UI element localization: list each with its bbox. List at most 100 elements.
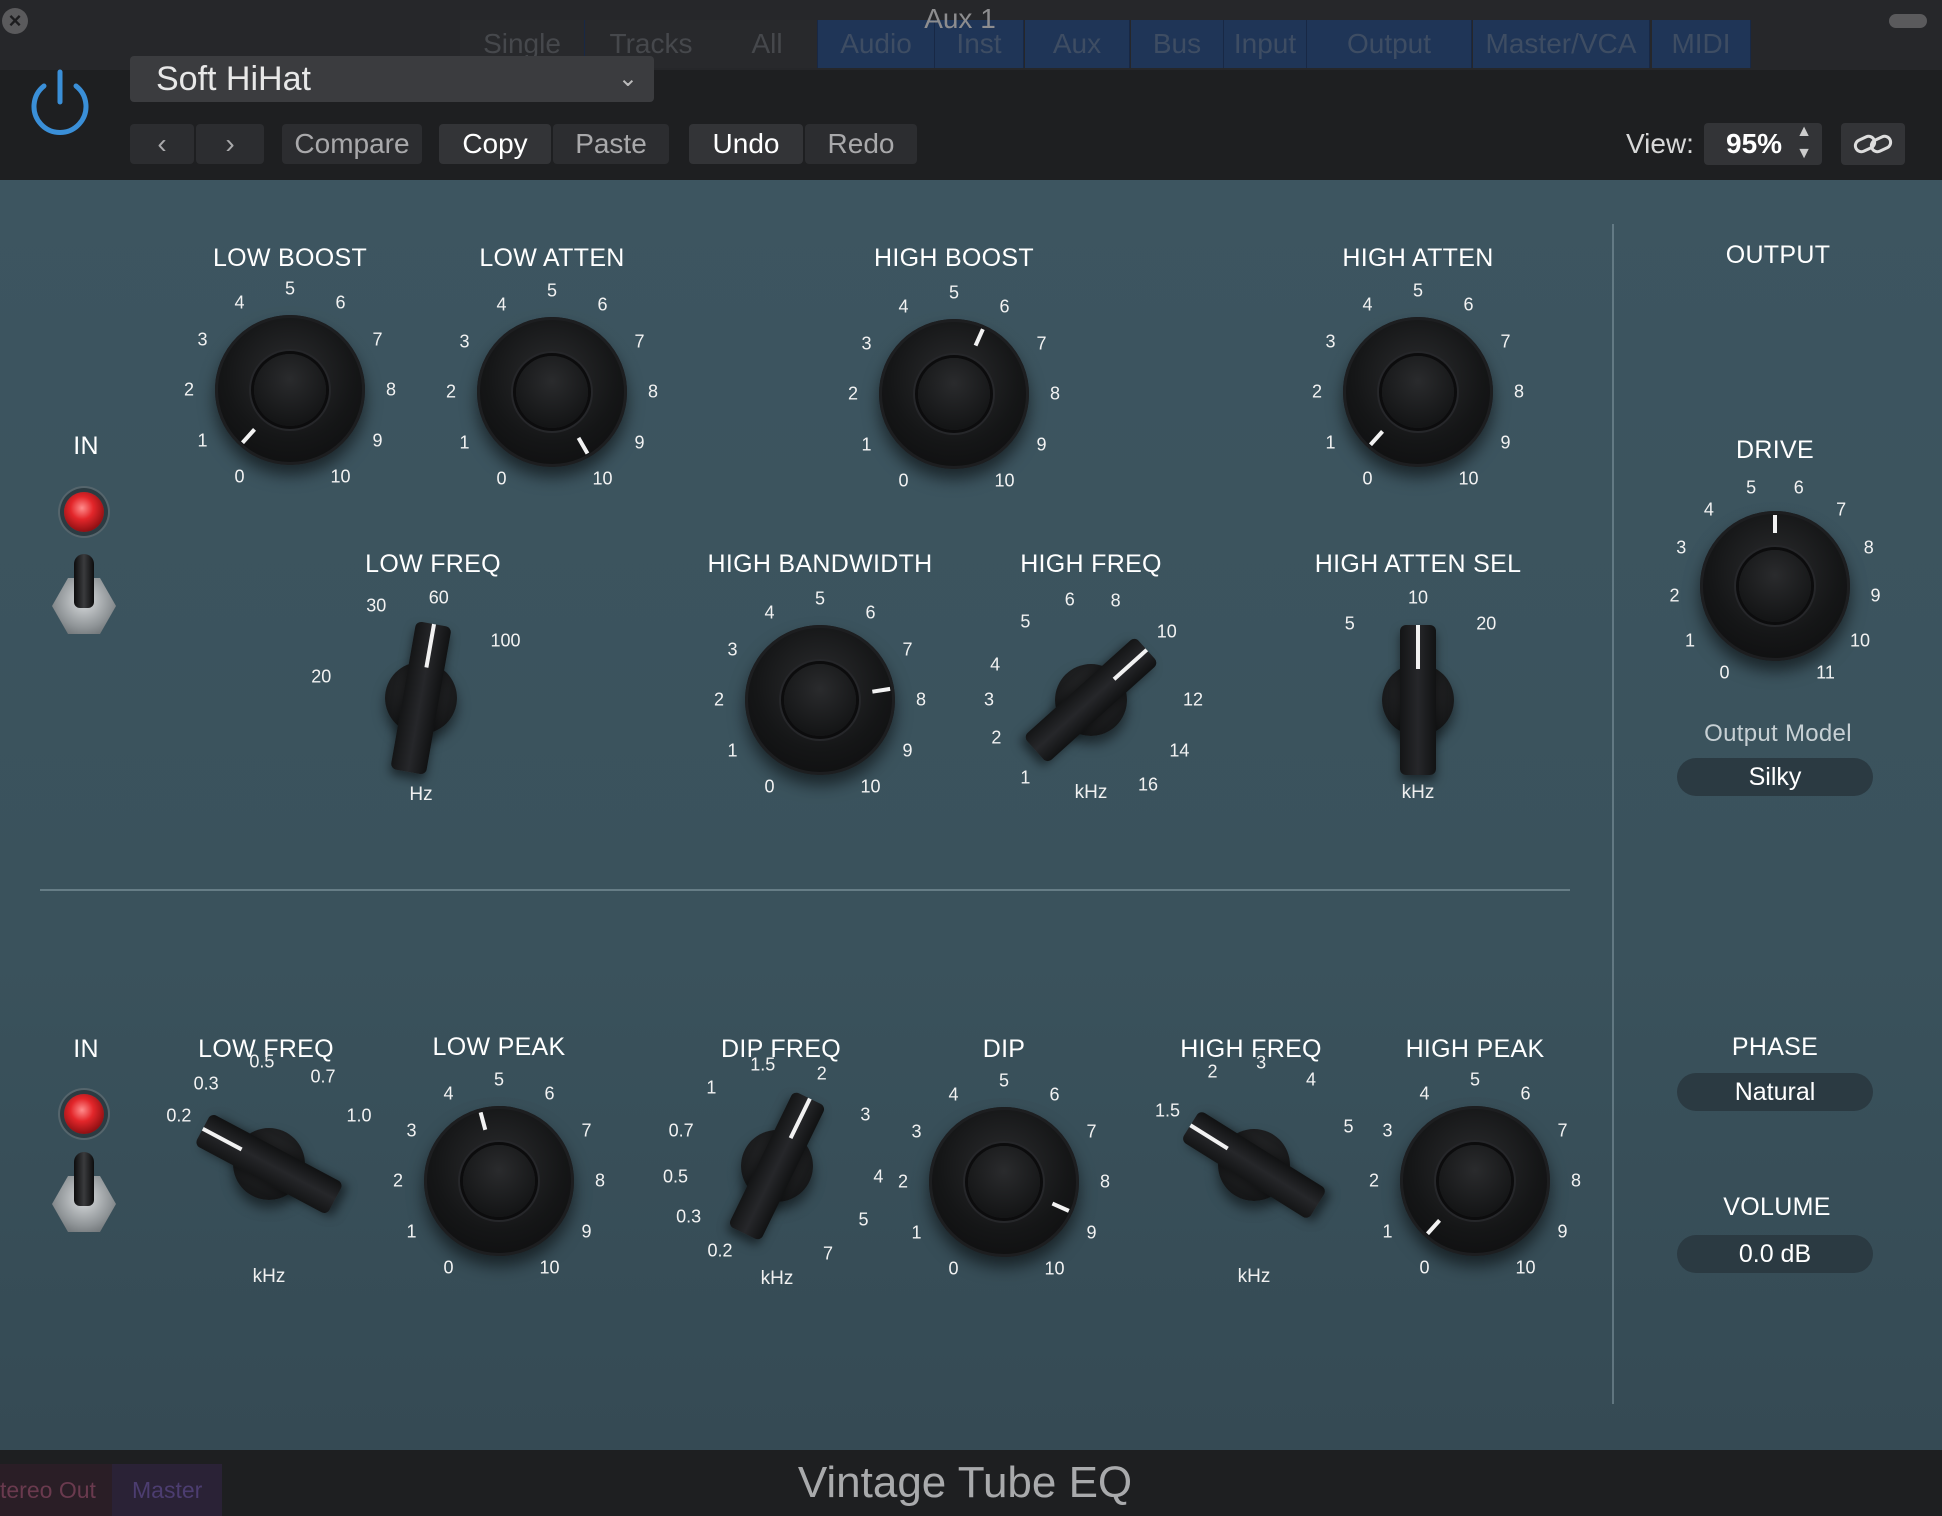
next-preset-button[interactable]: › — [196, 124, 264, 164]
high-atten-tick: 4 — [1362, 294, 1373, 315]
high-atten-knob[interactable] — [1343, 317, 1493, 467]
drive-tick: 7 — [1836, 499, 1847, 520]
low-boost-tick: 9 — [372, 430, 383, 450]
dip-tick: 3 — [911, 1121, 922, 1141]
top-low-freq-tick: 20 — [311, 666, 332, 687]
dip-freq-tick: 3 — [860, 1104, 871, 1125]
low-boost-label: LOW BOOST — [212, 244, 368, 272]
drive-pointer — [1773, 515, 1777, 533]
preset-select[interactable]: Soft HiHat ⌄ — [130, 56, 654, 102]
low-atten-tick: 8 — [647, 381, 659, 402]
high-peak-tick: 2 — [1368, 1170, 1380, 1191]
dip-freq-tick: 0.7 — [668, 1120, 694, 1141]
copy-button[interactable]: Copy — [439, 124, 551, 164]
high-atten-tick: 7 — [1500, 331, 1511, 351]
high-boost-knob[interactable] — [879, 319, 1029, 469]
dip-freq-unit: kHz — [760, 1268, 794, 1289]
drive-tick: 10 — [1849, 630, 1870, 651]
drive-tick: 0 — [1719, 662, 1730, 683]
low-peak-knob[interactable] — [424, 1106, 574, 1256]
high-atten-tick: 3 — [1325, 331, 1336, 351]
view-zoom-select[interactable]: 95% ▲ ▼ — [1704, 123, 1822, 165]
dip-freq-tick: 0.5 — [663, 1166, 689, 1187]
dip-freq-tick: 1 — [706, 1077, 717, 1098]
low-atten-tick: 2 — [445, 381, 457, 402]
undo-button[interactable]: Undo — [689, 124, 803, 164]
paste-button[interactable]: Paste — [553, 124, 669, 164]
stereo-out-tab[interactable]: tereo Out — [0, 1464, 116, 1516]
prev-preset-button[interactable]: ‹ — [130, 124, 194, 164]
link-button[interactable] — [1841, 123, 1905, 165]
low-peak-tick: 9 — [581, 1221, 592, 1241]
low-boost-knob[interactable] — [215, 315, 365, 465]
low-peak-tick: 4 — [443, 1083, 454, 1104]
top-low-freq-tick: 60 — [428, 587, 449, 608]
drive-knob[interactable] — [1700, 511, 1850, 661]
drive-tick: 5 — [1746, 477, 1757, 498]
high-bandwidth-knob[interactable] — [745, 625, 895, 775]
dip-tick: 7 — [1086, 1121, 1097, 1141]
high-atten-sel-label: HIGH ATTEN SEL — [1314, 550, 1522, 578]
redo-button[interactable]: Redo — [805, 124, 917, 164]
high-peak-tick: 6 — [1520, 1083, 1531, 1104]
high-peak-tick: 0 — [1419, 1257, 1430, 1278]
high-peak-tick: 5 — [1469, 1069, 1481, 1090]
top-high-freq-tick: 1 — [1020, 767, 1031, 788]
close-button[interactable]: × — [2, 8, 28, 34]
drive-tick: 8 — [1863, 537, 1874, 558]
dip-knob[interactable] — [929, 1107, 1079, 1257]
top-low-freq-tick: 100 — [490, 630, 521, 651]
power-icon[interactable] — [22, 66, 98, 142]
top-high-freq-tick: 4 — [990, 654, 1001, 675]
top-in-toggle[interactable] — [48, 554, 120, 634]
low-boost-tick: 2 — [183, 379, 195, 400]
high-bandwidth-tick: 5 — [814, 588, 826, 609]
high-atten-tick: 2 — [1311, 381, 1323, 402]
low-boost-tick: 3 — [197, 329, 208, 349]
bottom-high-freq-unit: kHz — [1237, 1266, 1271, 1287]
high-boost-label: HIGH BOOST — [874, 244, 1034, 272]
bottom-low-freq-tick: 0.5 — [249, 1051, 275, 1072]
master-tab[interactable]: Master — [112, 1464, 223, 1516]
bg-tab-all: All — [717, 20, 818, 68]
top-high-freq-tick: 12 — [1182, 689, 1204, 710]
drive-tick: 4 — [1703, 499, 1714, 520]
compare-button[interactable]: Compare — [282, 124, 422, 164]
top-high-freq-tick: 8 — [1110, 590, 1121, 611]
dip-label: DIP — [982, 1035, 1026, 1063]
low-atten-knob[interactable] — [477, 317, 627, 467]
top-high-freq-tick: 14 — [1169, 740, 1190, 761]
link-icon — [1853, 134, 1893, 154]
volume-field[interactable]: 0.0 dB — [1677, 1235, 1873, 1273]
low-atten-tick: 5 — [546, 280, 558, 301]
high-atten-tick: 1 — [1325, 432, 1336, 452]
dip-tick: 4 — [948, 1084, 959, 1105]
bg-tab-output: Output — [1307, 20, 1472, 68]
high-atten-tick: 0 — [1362, 468, 1373, 489]
dip-tick: 6 — [1049, 1084, 1060, 1105]
high-atten-sel-unit: kHz — [1401, 782, 1435, 803]
top-high-freq-unit: kHz — [1074, 782, 1108, 803]
dip-tick: 9 — [1086, 1222, 1097, 1242]
low-atten-label: LOW ATTEN — [479, 244, 625, 272]
bottom-high-freq-label: HIGH FREQ — [1180, 1035, 1322, 1063]
top-high-freq-tick: 3 — [983, 689, 995, 710]
top-in-led — [64, 492, 104, 532]
low-peak-label: LOW PEAK — [432, 1033, 566, 1061]
high-bandwidth-tick: 8 — [915, 689, 927, 710]
high-peak-tick: 1 — [1382, 1221, 1393, 1241]
high-peak-tick: 7 — [1557, 1120, 1568, 1140]
output-model-select[interactable]: Silky — [1677, 758, 1873, 796]
high-boost-tick: 5 — [948, 282, 960, 303]
phase-select[interactable]: Natural — [1677, 1073, 1873, 1111]
high-atten-tick: 6 — [1463, 294, 1474, 315]
bottom-in-toggle[interactable] — [48, 1152, 120, 1232]
bg-tab-bus: Bus — [1131, 20, 1224, 68]
low-boost-tick: 7 — [372, 329, 383, 349]
minimize-pill[interactable] — [1889, 14, 1927, 28]
high-atten-sel-tick: 10 — [1407, 587, 1429, 608]
high-peak-knob[interactable] — [1400, 1106, 1550, 1256]
high-bandwidth-label: HIGH BANDWIDTH — [707, 550, 933, 578]
high-bandwidth-tick: 0 — [764, 776, 775, 797]
low-boost-tick: 6 — [335, 292, 346, 313]
